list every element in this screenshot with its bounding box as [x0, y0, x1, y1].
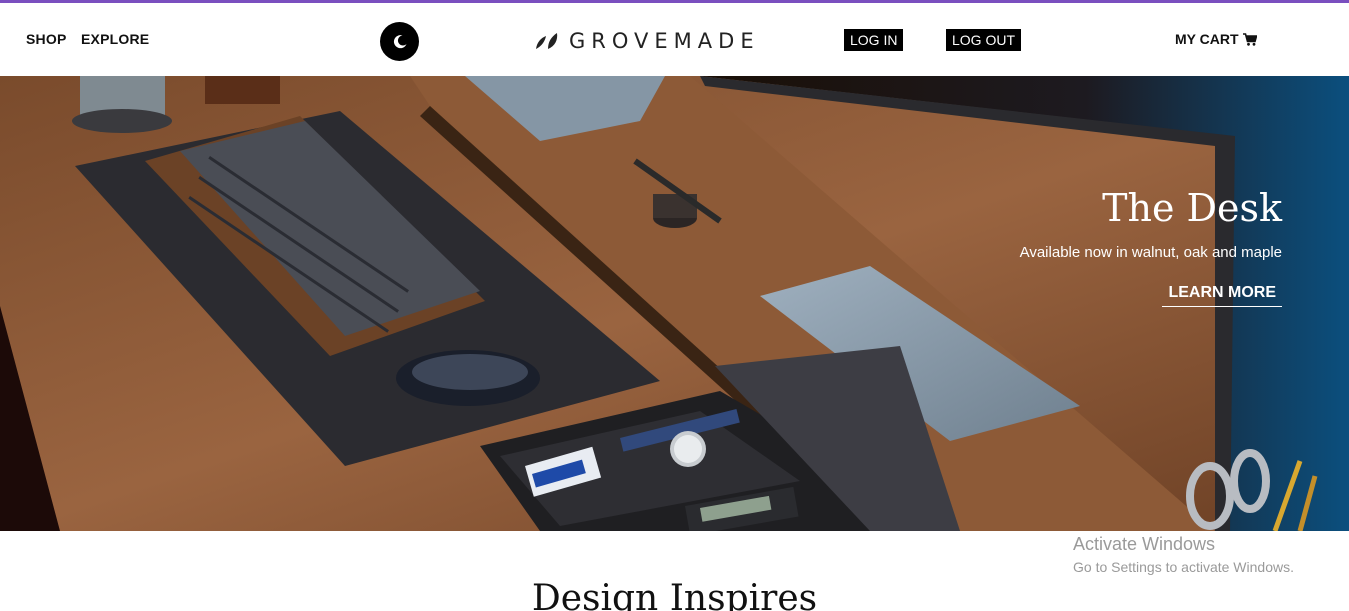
moon-icon	[393, 34, 406, 48]
leaf-logo-icon	[536, 33, 558, 49]
login-button[interactable]: LOG IN	[844, 29, 904, 51]
activate-windows-title: Activate Windows	[1073, 534, 1216, 554]
learn-more-link[interactable]: LEARN MORE	[1162, 284, 1282, 307]
brand-name: GROVEMADE	[569, 29, 760, 53]
hero-subtitle: Available now in walnut, oak and maple	[1019, 244, 1282, 261]
activate-windows-subtitle: Go to Settings to activate Windows.	[1073, 559, 1294, 575]
brand-logo[interactable]: GROVEMADE	[535, 28, 760, 54]
nav-explore-link[interactable]: EXPLORE	[81, 31, 149, 47]
logout-button[interactable]: LOG OUT	[946, 29, 1022, 51]
cart-icon	[1242, 32, 1257, 46]
hero-title: The Desk	[1102, 186, 1282, 230]
theme-toggle-button[interactable]	[380, 22, 419, 61]
hero-desk-photo	[0, 76, 1349, 531]
nav-shop-link[interactable]: SHOP	[26, 31, 66, 47]
hero-banner: The Desk Available now in walnut, oak an…	[0, 76, 1349, 531]
section-heading: Design Inspires	[531, 578, 818, 611]
cart-link[interactable]: MY CART	[1175, 31, 1257, 47]
cart-label: MY CART	[1175, 31, 1239, 47]
activate-windows-watermark: Activate Windows Go to Settings to activ…	[1073, 534, 1294, 575]
site-header: SHOP EXPLORE GROVEMADE LOG IN LOG OUT MY…	[0, 3, 1349, 76]
